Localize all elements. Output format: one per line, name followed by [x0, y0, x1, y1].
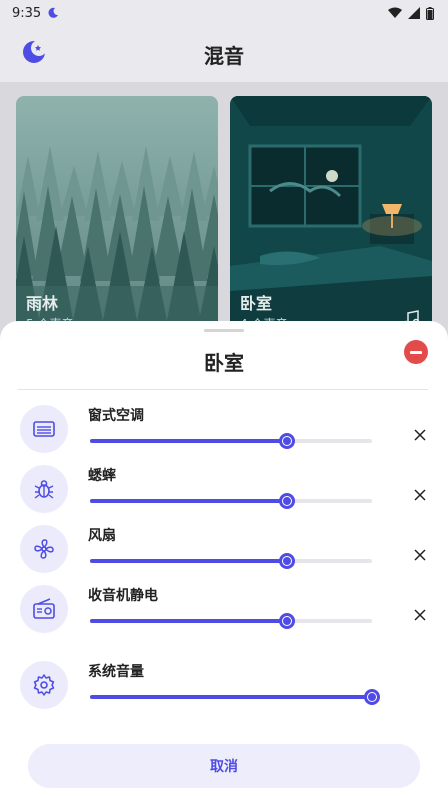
card-title: 卧室 [240, 294, 273, 313]
sound-label: 系统音量 [88, 664, 144, 680]
mix-card-rainforest[interactable]: 雨林 5 个声音 [16, 96, 218, 336]
sound-row: 蟋蟀 [0, 461, 448, 521]
wifi-icon [388, 7, 402, 18]
radio-icon [20, 585, 68, 633]
sheet-title: 卧室 [204, 351, 244, 375]
sound-row: 窗式空调 [0, 401, 448, 461]
sheet-drag-handle[interactable] [204, 329, 244, 332]
volume-slider[interactable] [90, 433, 372, 449]
close-icon[interactable] [412, 547, 428, 563]
sound-row: 风扇 [0, 521, 448, 581]
status-time: 9:35 [12, 5, 42, 21]
card-title: 雨林 [26, 294, 59, 313]
system-volume-slider[interactable] [90, 689, 380, 705]
volume-slider[interactable] [90, 493, 372, 509]
signal-icon [408, 7, 420, 19]
sound-label: 蟋蟀 [88, 468, 116, 484]
sound-label: 窗式空调 [88, 408, 144, 424]
volume-slider[interactable] [90, 553, 372, 569]
mix-bottom-sheet: 卧室 窗式空调 蟋蟀 风扇 收音机静电 系统音量 取消 [0, 321, 448, 796]
notification-moon-icon [48, 7, 59, 18]
slider-thumb[interactable] [364, 689, 380, 705]
fan-icon [20, 525, 68, 573]
volume-slider[interactable] [90, 613, 372, 629]
mix-card-bedroom[interactable]: 卧室 4 个声音 [230, 96, 432, 336]
divider [18, 389, 428, 390]
status-bar: 9:35 [0, 0, 448, 26]
page-title: 混音 [204, 44, 244, 68]
slider-thumb[interactable] [279, 493, 295, 509]
bug-icon [20, 465, 68, 513]
slider-thumb[interactable] [279, 433, 295, 449]
close-icon[interactable] [412, 607, 428, 623]
sound-row: 收音机静电 [0, 581, 448, 641]
app-header: 混音 [0, 26, 448, 82]
remove-mix-button[interactable] [404, 340, 428, 364]
system-volume-row: 系统音量 [0, 657, 448, 717]
close-icon[interactable] [412, 487, 428, 503]
sound-label: 收音机静电 [88, 588, 158, 604]
cancel-button[interactable]: 取消 [28, 744, 420, 788]
battery-icon [426, 6, 434, 20]
slider-thumb[interactable] [279, 613, 295, 629]
sound-label: 风扇 [88, 528, 116, 544]
slider-thumb[interactable] [279, 553, 295, 569]
gear-icon [20, 661, 68, 709]
air-conditioner-icon [20, 405, 68, 453]
close-icon[interactable] [412, 427, 428, 443]
